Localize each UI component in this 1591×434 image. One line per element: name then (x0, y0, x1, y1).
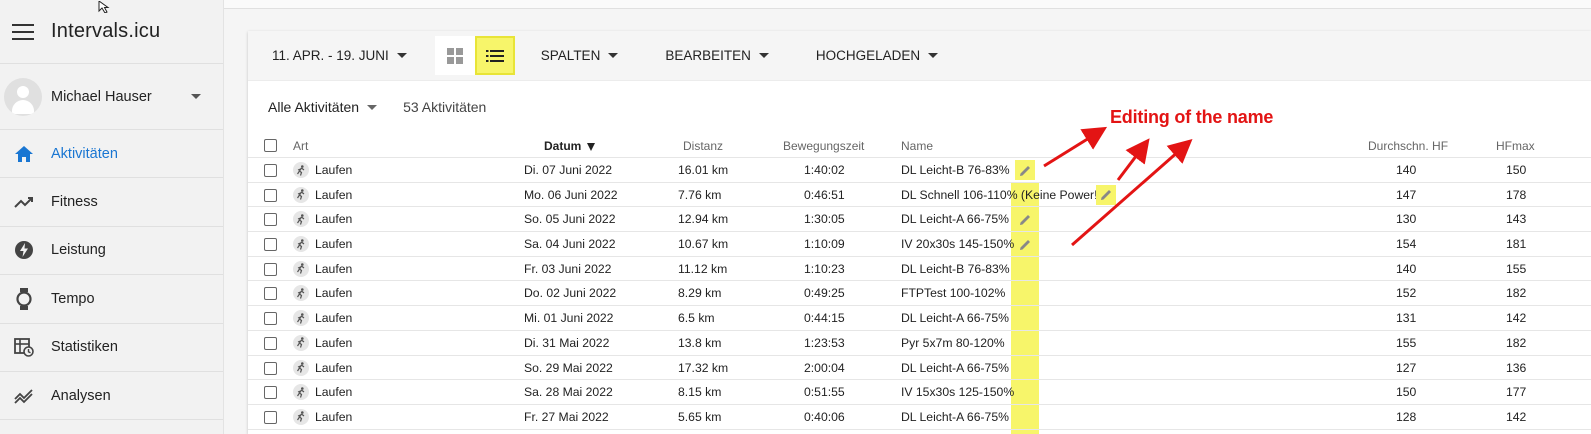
arrow-3 (1071, 139, 1193, 247)
annotation-arrows (1043, 126, 1193, 247)
arrow-1 (1043, 126, 1108, 168)
app-root: Intervals.icu Michael Hauser Aktivitäten… (0, 0, 1591, 434)
arrow-2 (1116, 138, 1150, 181)
annotation-text: Editing of the name (1110, 107, 1274, 127)
